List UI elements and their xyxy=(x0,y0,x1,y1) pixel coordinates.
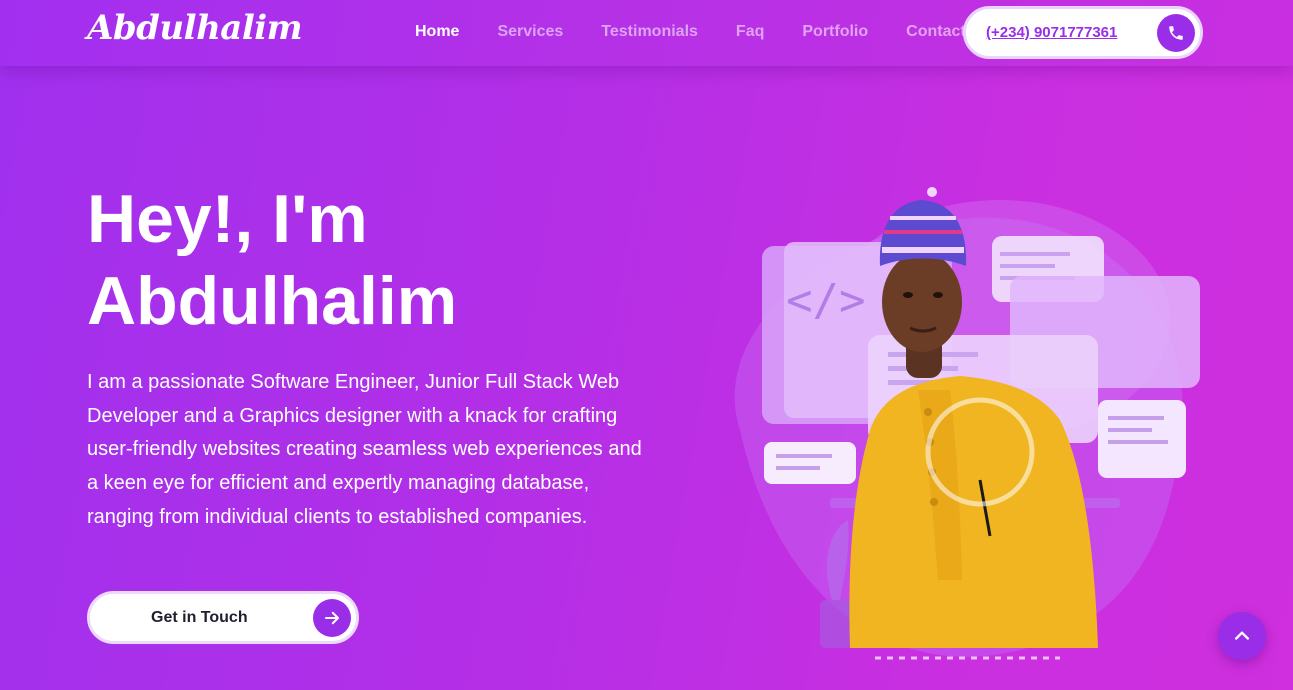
phone-icon[interactable] xyxy=(1157,14,1195,52)
hero-description: I am a passionate Software Engineer, Jun… xyxy=(87,371,642,528)
nav-item-portfolio[interactable]: Portfolio xyxy=(802,23,868,41)
nav-item-contact[interactable]: Contact xyxy=(906,23,966,41)
get-in-touch-label: Get in Touch xyxy=(151,609,248,626)
hero-title-line-2: Abdulhalim xyxy=(87,263,458,339)
code-glyph: </> xyxy=(786,275,865,326)
get-in-touch-button[interactable]: Get in Touch xyxy=(87,591,359,644)
nav-item-testimonials[interactable]: Testimonials xyxy=(601,23,698,41)
nav-item-home[interactable]: Home xyxy=(415,23,459,41)
phone-call-button[interactable]: (+234) 9071777361 xyxy=(963,6,1203,59)
nav-menu: Home Services Testimonials Faq Portfolio… xyxy=(415,23,1004,41)
site-logo[interactable]: Abdulhalim xyxy=(87,8,303,48)
chevron-up-icon xyxy=(1232,626,1252,646)
phone-number-link[interactable]: (+234) 9071777361 xyxy=(986,24,1117,41)
nav-item-faq[interactable]: Faq xyxy=(736,23,764,41)
hero-title: Hey!, I'm Abdulhalim xyxy=(87,178,647,342)
arrow-right-icon[interactable] xyxy=(313,599,351,637)
hero-title-line-1: Hey!, I'm xyxy=(87,181,368,257)
hero-illustration: </> xyxy=(700,180,1210,670)
navbar: Abdulhalim Home Services Testimonials Fa… xyxy=(0,0,1293,66)
portrait-illustration: </> xyxy=(734,187,1200,660)
nav-item-services[interactable]: Services xyxy=(497,23,563,41)
scroll-to-top-button[interactable] xyxy=(1218,612,1266,660)
